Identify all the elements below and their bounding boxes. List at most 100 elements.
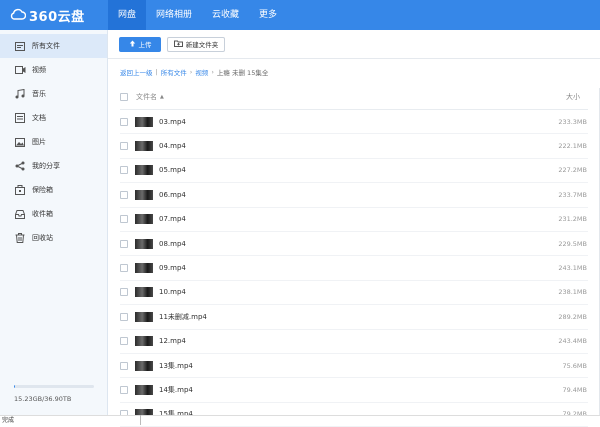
file-size: 222.1MB (558, 142, 587, 151)
video-thumbnail (135, 238, 153, 249)
breadcrumb: 返回上一级 | 所有文件 › 视频 › 上瘾 未删 15集全 (108, 59, 600, 85)
sidebar-item-label: 所有文件 (32, 42, 60, 50)
sidebar-item-safe[interactable]: 保险箱 (0, 178, 107, 202)
sidebar-item-all-files[interactable]: 所有文件 (0, 34, 107, 58)
sidebar-item-inbox[interactable]: 收件箱 (0, 202, 107, 226)
safe-icon (14, 184, 26, 196)
row-checkbox[interactable] (120, 239, 128, 248)
trash-icon (14, 232, 26, 244)
file-name[interactable]: 05.mp4 (159, 166, 186, 174)
logo-text: 360云盘 (29, 9, 85, 25)
table-row[interactable]: 05.mp4 227.2MB (120, 159, 588, 184)
file-name[interactable]: 10.mp4 (159, 288, 186, 296)
new-folder-button[interactable]: 新建文件夹 (167, 36, 225, 52)
row-checkbox[interactable] (120, 166, 128, 175)
inbox-icon (14, 208, 26, 220)
table-row[interactable]: 09.mp4 243.1MB (120, 256, 588, 281)
new-folder-icon (173, 40, 183, 49)
table-row[interactable]: 06.mp4 233.7MB (120, 183, 588, 208)
sidebar-item-label: 保险箱 (32, 186, 53, 194)
table-header: 文件名 ▲ 大小 (120, 85, 588, 110)
storage-progress-bar (14, 385, 94, 388)
new-folder-label: 新建文件夹 (185, 41, 219, 49)
row-checkbox[interactable] (120, 215, 128, 224)
video-thumbnail (135, 384, 153, 395)
video-thumbnail (135, 311, 153, 322)
sidebar-item-documents[interactable]: 文档 (0, 106, 107, 130)
row-checkbox[interactable] (120, 385, 128, 394)
music-icon (14, 88, 26, 100)
file-size: 233.7MB (558, 190, 587, 199)
row-checkbox[interactable] (120, 117, 128, 126)
table-row[interactable]: 04.mp4 222.1MB (120, 134, 588, 159)
row-checkbox[interactable] (120, 142, 128, 151)
share-icon (14, 160, 26, 172)
file-list: 03.mp4 233.3MB 04.mp4 222.1MB 05.mp4 227.2MB 0… (108, 110, 600, 427)
file-name[interactable]: 13集.mp4 (159, 361, 193, 371)
sidebar-item-recycle-bin[interactable]: 回收站 (0, 226, 107, 250)
table-row[interactable]: 07.mp4 231.2MB (120, 208, 588, 232)
file-name[interactable]: 09.mp4 (159, 264, 186, 272)
size-column-header[interactable]: 大小 (566, 92, 580, 102)
storage-progress-fill (14, 385, 15, 388)
table-row[interactable]: 11未删减.mp4 289.2MB (120, 305, 588, 330)
sidebar-item-label: 回收站 (32, 234, 53, 242)
table-row[interactable]: 08.mp4 229.5MB (120, 232, 588, 257)
main-content: 上传 新建文件夹 返回上一级 | 所有文件 › 视频 › 上瘾 未删 15集全 … (108, 30, 600, 427)
breadcrumb-back[interactable]: 返回上一级 (120, 67, 153, 77)
breadcrumb-separator: › (189, 68, 193, 76)
row-checkbox[interactable] (120, 190, 128, 199)
row-checkbox[interactable] (120, 361, 128, 370)
video-thumbnail (135, 360, 153, 371)
file-name[interactable]: 07.mp4 (159, 215, 186, 223)
breadcrumb-separator: › (211, 68, 214, 76)
sidebar-item-label: 图片 (32, 138, 46, 146)
logo[interactable]: 360云盘 (0, 0, 108, 30)
video-thumbnail (135, 287, 153, 298)
sidebar-item-label: 我的分享 (32, 162, 60, 170)
storage-usage: 15.23GB/36.90TB (14, 385, 94, 403)
row-checkbox[interactable] (120, 312, 128, 321)
sidebar-item-music[interactable]: 音乐 (0, 82, 107, 106)
row-checkbox[interactable] (120, 288, 128, 297)
video-thumbnail (135, 214, 153, 225)
main-nav: 网盘 网络相册 云收藏 更多 (108, 0, 287, 30)
sidebar-item-label: 文档 (32, 114, 46, 122)
file-name[interactable]: 08.mp4 (159, 240, 186, 248)
sidebar-item-my-shares[interactable]: 我的分享 (0, 154, 107, 178)
nav-wangpan[interactable]: 网盘 (108, 0, 147, 30)
top-bar: 360云盘 网盘 网络相册 云收藏 更多 (0, 0, 600, 30)
table-row[interactable]: 12.mp4 243.4MB (120, 330, 588, 354)
file-name[interactable]: 04.mp4 (159, 142, 186, 150)
nav-more[interactable]: 更多 (249, 0, 287, 30)
breadcrumb-current: 上瘾 未删 15集全 (216, 69, 269, 77)
file-size: 243.4MB (558, 337, 587, 346)
file-size: 79.4MB (562, 385, 587, 394)
breadcrumb-video[interactable]: 视频 (195, 67, 208, 77)
file-name[interactable]: 06.mp4 (159, 191, 186, 199)
row-checkbox[interactable] (120, 264, 128, 273)
sidebar-item-video[interactable]: 视频 (0, 58, 107, 82)
sort-up-icon[interactable]: ▲ (160, 94, 164, 100)
file-name[interactable]: 03.mp4 (159, 118, 186, 126)
document-icon (14, 112, 26, 124)
select-all-checkbox[interactable] (120, 93, 128, 101)
sidebar-item-images[interactable]: 图片 (0, 130, 107, 154)
table-row[interactable]: 13集.mp4 75.6MB (120, 354, 588, 379)
breadcrumb-all-files[interactable]: 所有文件 (161, 67, 187, 77)
row-checkbox[interactable] (120, 337, 128, 346)
table-row[interactable]: 03.mp4 233.3MB (120, 110, 588, 135)
file-name[interactable]: 12.mp4 (159, 337, 186, 345)
upload-button[interactable]: 上传 (119, 36, 161, 52)
nav-cloud-favorites[interactable]: 云收藏 (202, 0, 249, 30)
table-row[interactable]: 10.mp4 238.1MB (120, 281, 588, 306)
file-name[interactable]: 11未删减.mp4 (159, 312, 207, 322)
table-row[interactable]: 14集.mp4 79.4MB (120, 378, 588, 403)
file-size: 75.6MB (562, 361, 587, 370)
name-column-header[interactable]: 文件名 (136, 92, 157, 102)
video-icon (14, 64, 26, 76)
image-icon (14, 136, 26, 148)
file-name[interactable]: 14集.mp4 (159, 385, 193, 395)
file-size: 238.1MB (558, 288, 587, 297)
nav-photo-album[interactable]: 网络相册 (146, 0, 202, 30)
